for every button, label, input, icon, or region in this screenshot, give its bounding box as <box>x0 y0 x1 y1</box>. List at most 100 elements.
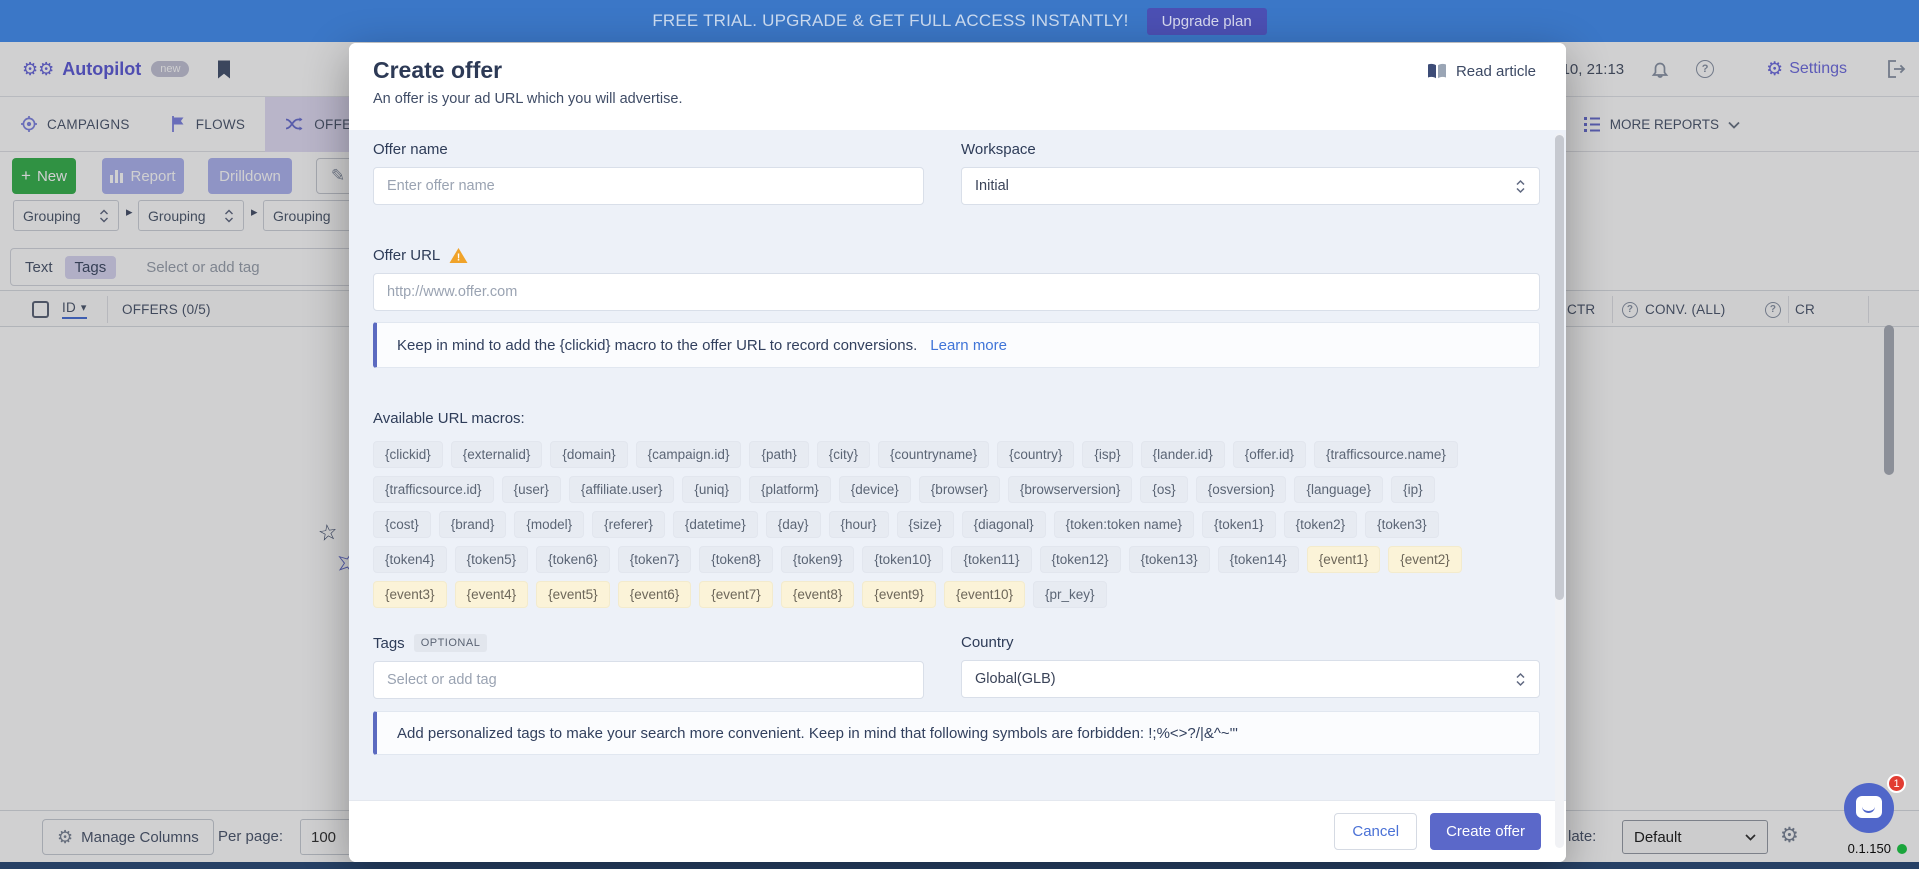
macro-chip[interactable]: {isp} <box>1082 441 1132 468</box>
macro-chip[interactable]: {lander.id} <box>1141 441 1225 468</box>
macro-chip[interactable]: {event7} <box>699 581 773 608</box>
macro-chip[interactable]: {affiliate.user} <box>569 476 675 503</box>
macro-chip[interactable]: {token10} <box>862 546 943 573</box>
macro-chip[interactable]: {token14} <box>1218 546 1299 573</box>
macro-chip[interactable]: {browserversion} <box>1008 476 1133 503</box>
read-article-label: Read article <box>1456 63 1536 80</box>
workspace-select-value: Initial <box>975 178 1009 194</box>
macro-chip[interactable]: {platform} <box>749 476 831 503</box>
macro-chip[interactable]: {token12} <box>1040 546 1121 573</box>
macro-chip[interactable]: {datetime} <box>673 511 758 538</box>
workspace-select[interactable]: Initial <box>961 167 1540 205</box>
macro-chip[interactable]: {token:token name} <box>1054 511 1194 538</box>
macros-label: Available URL macros: <box>373 410 1540 427</box>
macro-chip[interactable]: {pr_key} <box>1033 581 1107 608</box>
version-label: 0.1.150 <box>1848 841 1891 856</box>
macro-chip[interactable]: {trafficsource.name} <box>1314 441 1458 468</box>
macro-chip[interactable]: {os} <box>1140 476 1187 503</box>
read-article-link[interactable]: Read article <box>1427 63 1536 130</box>
macro-chip[interactable]: {token4} <box>373 546 447 573</box>
macro-chip[interactable]: {uniq} <box>682 476 741 503</box>
modal-scrollbar-thumb[interactable] <box>1555 135 1564 600</box>
modal-footer: Cancel Create offer <box>349 800 1566 862</box>
macro-chip[interactable]: {event1} <box>1307 546 1381 573</box>
warning-icon: ! <box>449 247 468 264</box>
tags-note-text: Add personalized tags to make your searc… <box>397 725 1238 742</box>
macro-chip[interactable]: {model} <box>514 511 584 538</box>
macro-chip[interactable]: {osversion} <box>1196 476 1287 503</box>
macro-chip[interactable]: {token6} <box>536 546 610 573</box>
macro-chip[interactable]: {token9} <box>781 546 855 573</box>
macro-chip[interactable]: {brand} <box>439 511 507 538</box>
create-offer-modal: Create offer An offer is your ad URL whi… <box>349 43 1566 862</box>
upgrade-plan-button[interactable]: Upgrade plan <box>1147 8 1267 35</box>
macro-chip[interactable]: {ip} <box>1391 476 1435 503</box>
macro-chip[interactable]: {country} <box>997 441 1074 468</box>
country-label: Country <box>961 634 1540 651</box>
macro-chip[interactable]: {clickid} <box>373 441 443 468</box>
macro-chip[interactable]: {event3} <box>373 581 447 608</box>
macro-chip[interactable]: {token7} <box>618 546 692 573</box>
macro-chip[interactable]: {hour} <box>829 511 889 538</box>
offer-name-input[interactable] <box>373 167 924 205</box>
macro-chip[interactable]: {day} <box>766 511 821 538</box>
cancel-button[interactable]: Cancel <box>1334 813 1417 850</box>
macro-chip[interactable]: {browser} <box>919 476 1000 503</box>
macro-chip[interactable]: {event8} <box>781 581 855 608</box>
chat-unread-badge: 1 <box>1887 774 1906 793</box>
app-root: FREE TRIAL. UPGRADE & GET FULL ACCESS IN… <box>0 0 1919 869</box>
macro-chip[interactable]: {language} <box>1294 476 1383 503</box>
macro-chip[interactable]: {event9} <box>862 581 936 608</box>
status-dot-icon <box>1897 844 1907 854</box>
macro-chip[interactable]: {event2} <box>1388 546 1462 573</box>
chevron-updown-icon <box>1515 178 1526 195</box>
macro-chip[interactable]: {referer} <box>592 511 665 538</box>
macro-chip[interactable]: {event4} <box>455 581 529 608</box>
chat-bubble-icon <box>1856 796 1882 818</box>
macro-chip[interactable]: {city} <box>817 441 870 468</box>
offer-name-label: Offer name <box>373 141 924 158</box>
macro-chip[interactable]: {campaign.id} <box>636 441 742 468</box>
version-indicator: 0.1.150 <box>1795 841 1907 856</box>
offer-url-input[interactable] <box>373 273 1540 311</box>
clickid-info-note: Keep in mind to add the {clickid} macro … <box>373 322 1540 368</box>
modal-header: Create offer An offer is your ad URL whi… <box>349 43 1566 130</box>
macro-chip[interactable]: {event10} <box>944 581 1025 608</box>
macro-chip[interactable]: {token3} <box>1365 511 1439 538</box>
macro-chip[interactable]: {cost} <box>373 511 431 538</box>
book-icon <box>1427 63 1447 80</box>
macro-chip[interactable]: {size} <box>897 511 954 538</box>
tags-info-note: Add personalized tags to make your searc… <box>373 711 1540 755</box>
macro-chip[interactable]: {token11} <box>951 546 1031 573</box>
learn-more-link[interactable]: Learn more <box>930 337 1007 354</box>
modal-title: Create offer <box>373 57 682 84</box>
macro-chip[interactable]: {trafficsource.id} <box>373 476 494 503</box>
macro-chip[interactable]: {token13} <box>1129 546 1210 573</box>
macro-chip[interactable]: {diagonal} <box>962 511 1046 538</box>
macro-chip[interactable]: {token1} <box>1202 511 1276 538</box>
macro-chip[interactable]: {user} <box>502 476 561 503</box>
macro-chip[interactable]: {token2} <box>1284 511 1358 538</box>
macro-chip[interactable]: {offer.id} <box>1233 441 1306 468</box>
create-offer-button[interactable]: Create offer <box>1430 813 1541 850</box>
macro-chips: {clickid} {externalid} {domain} {campaign.i… <box>373 441 1540 608</box>
macro-chip[interactable]: {token5} <box>455 546 529 573</box>
modal-body: Offer name Workspace Initial Offer URL <box>349 130 1566 800</box>
tags-input[interactable] <box>373 661 924 699</box>
svg-text:!: ! <box>457 253 460 264</box>
macro-chip[interactable]: {event6} <box>618 581 692 608</box>
macro-chip[interactable]: {externalid} <box>451 441 543 468</box>
chevron-updown-icon <box>1515 671 1526 688</box>
chat-widget-button[interactable]: 1 <box>1844 783 1894 833</box>
country-select[interactable]: Global(GLB) <box>961 660 1540 698</box>
macro-chip[interactable]: {countryname} <box>878 441 989 468</box>
macro-chip[interactable]: {device} <box>839 476 911 503</box>
clickid-note-text: Keep in mind to add the {clickid} macro … <box>397 337 917 354</box>
macro-chip[interactable]: {token8} <box>699 546 773 573</box>
macro-chip[interactable]: {path} <box>749 441 808 468</box>
macro-chip[interactable]: {event5} <box>536 581 610 608</box>
workspace-label: Workspace <box>961 141 1540 158</box>
tags-label: Tags <box>373 635 405 652</box>
optional-badge: OPTIONAL <box>414 634 488 652</box>
macro-chip[interactable]: {domain} <box>550 441 627 468</box>
